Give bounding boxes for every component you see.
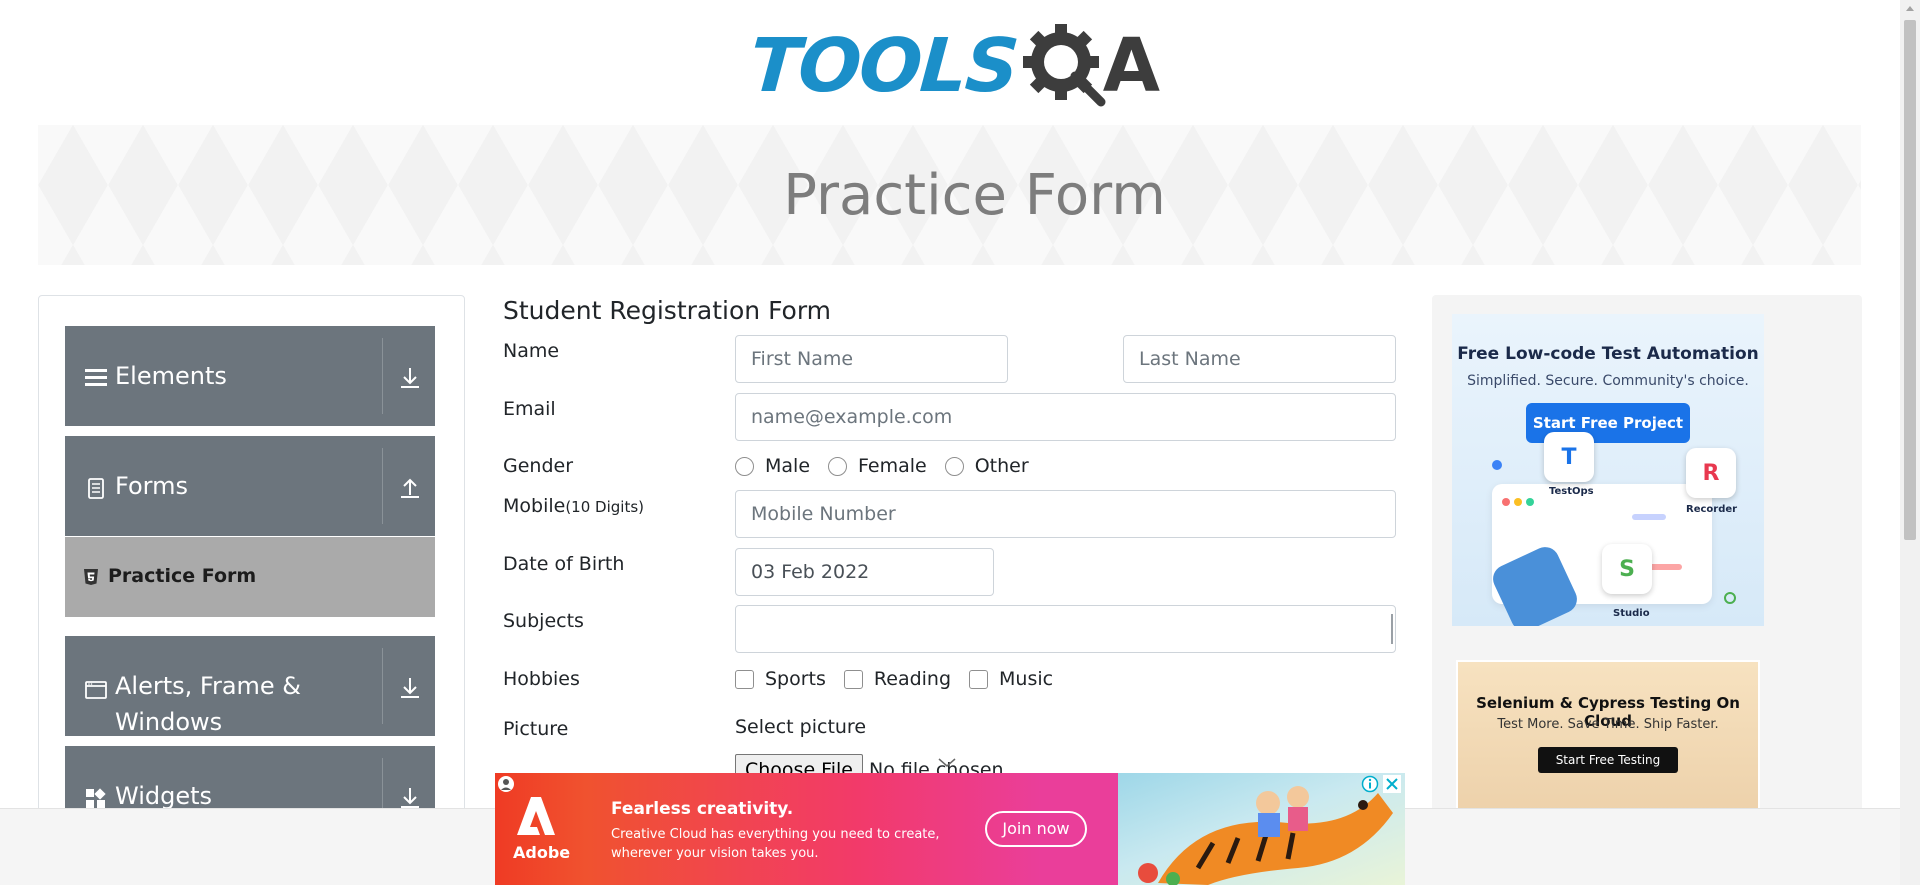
sidebar-group-label: Alerts, Frame & Windows bbox=[115, 672, 302, 736]
gender-option-label: Male bbox=[765, 455, 811, 477]
adobe-brand-name: Adobe bbox=[513, 843, 571, 862]
toolsqa-logo[interactable]: TOOLS A bbox=[746, 18, 1161, 113]
subjects-cursor bbox=[1391, 614, 1393, 644]
sidebar-group-elements[interactable]: Elements bbox=[65, 326, 435, 426]
dot-icon bbox=[1526, 498, 1534, 506]
studio-chip: S bbox=[1602, 544, 1652, 594]
page-title: Practice Form bbox=[783, 162, 1166, 228]
widgets-icon bbox=[85, 788, 107, 810]
testops-chip: T bbox=[1544, 432, 1594, 482]
chip-label: Studio bbox=[1613, 608, 1650, 619]
download-icon[interactable] bbox=[395, 673, 425, 703]
gender-label: Gender bbox=[503, 455, 574, 477]
name-label: Name bbox=[503, 340, 560, 362]
mobile-hint: (10 Digits) bbox=[565, 498, 644, 516]
dot-icon bbox=[1514, 498, 1522, 506]
left-sidebar: Elements Forms Practice Form Alerts, Fra… bbox=[38, 295, 465, 885]
dot-icon bbox=[1492, 460, 1502, 470]
email-input[interactable] bbox=[735, 393, 1396, 441]
upload-icon[interactable] bbox=[395, 473, 425, 503]
select-picture-label: Select picture bbox=[735, 716, 867, 738]
chevron-down-icon[interactable] bbox=[938, 755, 956, 767]
ad-close-icon[interactable] bbox=[1383, 775, 1401, 793]
practice-form-page: TOOLS A Practice Form Elements Forms Pra… bbox=[0, 0, 1920, 885]
radio-button[interactable] bbox=[944, 456, 964, 476]
gender-option-female[interactable]: Female bbox=[828, 455, 927, 477]
mobile-label: Mobile(10 Digits) bbox=[503, 495, 644, 517]
window-icon bbox=[85, 679, 107, 701]
sidebar-separator bbox=[382, 338, 383, 414]
dob-input[interactable] bbox=[735, 548, 994, 596]
radio-button[interactable] bbox=[828, 456, 848, 476]
sidebar-item-label: Practice Form bbox=[108, 565, 257, 587]
ad-body: Creative Cloud has everything you need t… bbox=[611, 827, 940, 861]
mobile-label-text: Mobile bbox=[503, 495, 566, 517]
ad-privacy-icon[interactable] bbox=[497, 775, 515, 793]
ad-headline: Fearless creativity. bbox=[611, 799, 794, 819]
hobby-option-label: Reading bbox=[873, 668, 952, 690]
page-banner: Practice Form bbox=[38, 125, 1861, 265]
sidebar-group-alerts-frame-windows[interactable]: Alerts, Frame & Windows bbox=[65, 636, 435, 736]
ring-icon bbox=[1724, 592, 1736, 604]
hobbies-checkbox-group: Sports Reading Music bbox=[735, 668, 1071, 690]
picture-label: Picture bbox=[503, 718, 569, 740]
checkbox[interactable] bbox=[843, 669, 863, 689]
katalon-ad[interactable]: Free Low-code Test Automation Simplified… bbox=[1452, 314, 1764, 626]
gender-option-male[interactable]: Male bbox=[735, 455, 810, 477]
join-now-button[interactable]: Join now bbox=[985, 811, 1087, 847]
gender-radio-group: Male Female Other bbox=[735, 455, 1047, 477]
sidebar-item-practice-form[interactable]: Practice Form bbox=[65, 537, 435, 617]
adobe-bottom-ad[interactable]: Adobe Fearless creativity. Creative Clou… bbox=[495, 773, 1405, 885]
document-icon bbox=[85, 478, 107, 500]
recorder-chip: R bbox=[1686, 448, 1736, 498]
scroll-up-arrow-icon[interactable] bbox=[1900, 0, 1920, 18]
form-title: Student Registration Form bbox=[503, 296, 832, 325]
mobile-input[interactable] bbox=[735, 490, 1396, 538]
gear-magnifier-icon bbox=[1021, 22, 1109, 110]
vertical-scrollbar[interactable] bbox=[1900, 0, 1920, 885]
hobbies-label: Hobbies bbox=[503, 668, 580, 690]
ad-info-icon[interactable] bbox=[1361, 775, 1379, 793]
sidebar-group-forms[interactable]: Forms bbox=[65, 436, 435, 536]
sidebar-separator bbox=[382, 448, 383, 524]
last-name-input[interactable] bbox=[1123, 335, 1396, 383]
ad-title: Free Low-code Test Automation bbox=[1457, 344, 1759, 364]
logo-text-a: A bbox=[1102, 22, 1161, 109]
sidebar-group-label: Forms bbox=[115, 472, 188, 500]
subjects-label: Subjects bbox=[503, 610, 584, 632]
radio-button[interactable] bbox=[735, 456, 754, 476]
checkbox[interactable] bbox=[735, 669, 754, 689]
start-free-testing-button[interactable]: Start Free Testing bbox=[1538, 747, 1678, 773]
download-icon[interactable] bbox=[395, 363, 425, 393]
hobby-option-label: Sports bbox=[765, 668, 826, 690]
checkbox[interactable] bbox=[969, 669, 989, 689]
hamburger-icon bbox=[85, 366, 107, 388]
gender-option-label: Other bbox=[974, 455, 1029, 477]
dot-icon bbox=[1502, 498, 1510, 506]
email-label: Email bbox=[503, 398, 556, 420]
html5-icon bbox=[83, 568, 99, 586]
hobby-option-sports[interactable]: Sports bbox=[735, 668, 826, 690]
sidebar-group-label: Elements bbox=[115, 362, 227, 390]
chip-label: Recorder bbox=[1686, 504, 1738, 515]
first-name-input[interactable] bbox=[735, 335, 1008, 383]
gender-option-other[interactable]: Other bbox=[944, 455, 1029, 477]
hobby-option-label: Music bbox=[999, 668, 1054, 690]
hobby-option-reading[interactable]: Reading bbox=[843, 668, 952, 690]
ad-subtitle: Test More. Save Time. Ship Faster. bbox=[1497, 717, 1719, 732]
scrollbar-thumb[interactable] bbox=[1904, 20, 1916, 540]
bar-decoration bbox=[1632, 514, 1666, 520]
subjects-input[interactable] bbox=[735, 605, 1396, 653]
dob-label: Date of Birth bbox=[503, 553, 625, 575]
hobby-option-music[interactable]: Music bbox=[969, 668, 1053, 690]
ad-subtitle: Simplified. Secure. Community's choice. bbox=[1467, 373, 1749, 389]
gender-option-label: Female bbox=[858, 455, 927, 477]
logo-text-tools: TOOLS bbox=[746, 22, 1020, 109]
chip-label: TestOps bbox=[1549, 486, 1594, 497]
sidebar-separator bbox=[382, 648, 383, 724]
